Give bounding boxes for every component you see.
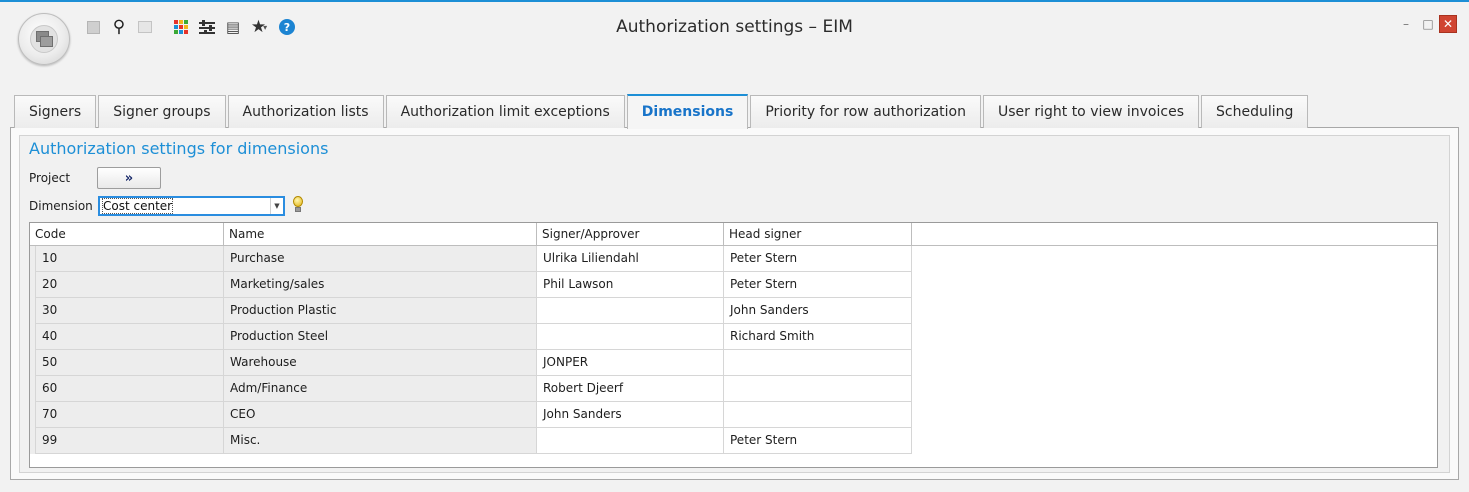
table-row[interactable]: 70 CEO John Sanders — [30, 402, 912, 428]
cell-name[interactable]: Adm/Finance — [224, 376, 537, 402]
section-title: Authorization settings for dimensions — [29, 139, 329, 158]
app-window: ⚲ ▤ ★ ▾ ? Authorization settings – EIM – … — [0, 0, 1469, 492]
project-label: Project — [29, 171, 71, 185]
column-header-head-signer[interactable]: Head signer — [724, 223, 912, 245]
cell-signer[interactable]: John Sanders — [537, 402, 724, 428]
table-row[interactable]: 10 Purchase Ulrika Liliendahl Peter Stern — [30, 246, 912, 272]
cell-signer[interactable]: Phil Lawson — [537, 272, 724, 298]
tab-scheduling[interactable]: Scheduling — [1201, 95, 1309, 128]
cell-name[interactable]: Misc. — [224, 428, 537, 454]
cell-head-signer[interactable] — [724, 350, 912, 376]
tab-strip: Signers Signer groups Authorization list… — [14, 93, 1310, 129]
cell-signer[interactable]: JONPER — [537, 350, 724, 376]
cell-name[interactable]: Production Plastic — [224, 298, 537, 324]
tab-authorization-lists[interactable]: Authorization lists — [227, 95, 384, 128]
cell-signer[interactable] — [537, 298, 724, 324]
dimension-select-value: Cost center — [101, 198, 174, 214]
cell-code[interactable]: 20 — [36, 272, 224, 298]
tab-user-right-to-view-invoices[interactable]: User right to view invoices — [982, 95, 1199, 128]
cell-head-signer[interactable]: Peter Stern — [724, 272, 912, 298]
cell-head-signer[interactable]: Richard Smith — [724, 324, 912, 350]
cell-signer[interactable] — [537, 428, 724, 454]
project-button[interactable]: » — [97, 167, 161, 189]
column-header-code[interactable]: Code — [30, 223, 224, 245]
tab-priority-for-row-authorization[interactable]: Priority for row authorization — [750, 95, 981, 128]
cell-head-signer[interactable] — [724, 376, 912, 402]
dimension-label: Dimension — [29, 199, 93, 213]
cell-code[interactable]: 30 — [36, 298, 224, 324]
cell-signer[interactable]: Ulrika Liliendahl — [537, 246, 724, 272]
cell-head-signer[interactable]: John Sanders — [724, 298, 912, 324]
column-header-signer[interactable]: Signer/Approver — [537, 223, 724, 245]
minimize-button[interactable]: – — [1395, 15, 1417, 33]
cell-code[interactable]: 40 — [36, 324, 224, 350]
close-button[interactable]: ✕ — [1439, 15, 1457, 33]
cell-name[interactable]: Production Steel — [224, 324, 537, 350]
lightbulb-icon[interactable] — [292, 196, 304, 214]
cell-head-signer[interactable] — [724, 402, 912, 428]
tab-dimensions[interactable]: Dimensions — [626, 94, 749, 129]
tab-signer-groups[interactable]: Signer groups — [98, 95, 226, 128]
dimension-select[interactable]: Cost center ▼ — [98, 196, 285, 216]
table-row[interactable]: 99 Misc. Peter Stern — [30, 428, 912, 454]
cell-head-signer[interactable]: Peter Stern — [724, 428, 912, 454]
table-row[interactable]: 40 Production Steel Richard Smith — [30, 324, 912, 350]
column-header-name[interactable]: Name — [224, 223, 537, 245]
cell-name[interactable]: CEO — [224, 402, 537, 428]
table-row[interactable]: 60 Adm/Finance Robert Djeerf — [30, 376, 912, 402]
tab-authorization-limit-exceptions[interactable]: Authorization limit exceptions — [385, 95, 625, 128]
tab-signers[interactable]: Signers — [14, 95, 97, 128]
chevron-down-icon[interactable]: ▼ — [270, 198, 283, 214]
cell-head-signer[interactable]: Peter Stern — [724, 246, 912, 272]
cell-signer[interactable]: Robert Djeerf — [537, 376, 724, 402]
cell-code[interactable]: 99 — [36, 428, 224, 454]
cell-code[interactable]: 60 — [36, 376, 224, 402]
cell-code[interactable]: 70 — [36, 402, 224, 428]
window-title: Authorization settings – EIM — [616, 17, 853, 37]
dimensions-table: Code Name Signer/Approver Head signer 10… — [29, 222, 1438, 468]
cell-name[interactable]: Marketing/sales — [224, 272, 537, 298]
table-header: Code Name Signer/Approver Head signer — [30, 223, 1437, 246]
maximize-button[interactable]: □ — [1417, 15, 1439, 33]
table-row[interactable]: 50 Warehouse JONPER — [30, 350, 912, 376]
cell-code[interactable]: 50 — [36, 350, 224, 376]
cell-code[interactable]: 10 — [36, 246, 224, 272]
table-row[interactable]: 20 Marketing/sales Phil Lawson Peter Stern — [30, 272, 912, 298]
cell-name[interactable]: Purchase — [224, 246, 537, 272]
table-row[interactable]: 30 Production Plastic John Sanders — [30, 298, 912, 324]
cell-signer[interactable] — [537, 324, 724, 350]
window-controls: – □ ✕ — [1395, 15, 1457, 33]
cell-name[interactable]: Warehouse — [224, 350, 537, 376]
